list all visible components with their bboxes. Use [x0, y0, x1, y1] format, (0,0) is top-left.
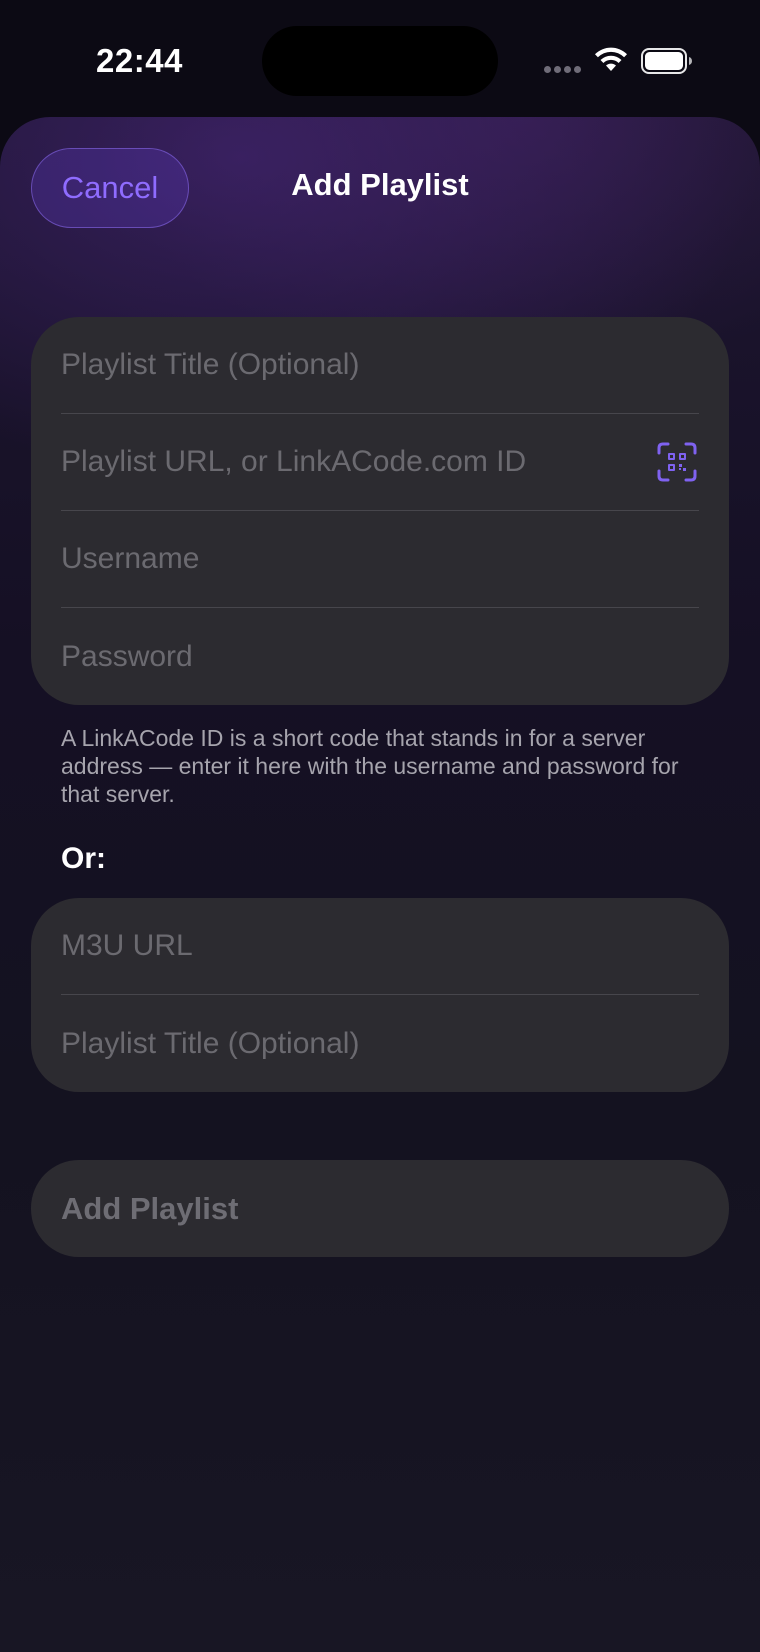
- m3u-url-row: [61, 898, 699, 995]
- screen: 22:44 Cancel Add Playlist Playlist Title…: [0, 0, 760, 1652]
- cellular-signal-icon: [544, 66, 582, 74]
- m3u-url-field[interactable]: [61, 929, 699, 963]
- status-time: 22:44: [96, 42, 183, 79]
- username-field[interactable]: [61, 542, 699, 576]
- username-row: [61, 511, 699, 608]
- battery-icon: [641, 48, 692, 74]
- password-row: [61, 608, 699, 705]
- xtream-form-card: [31, 317, 729, 705]
- qr-scan-icon[interactable]: [657, 442, 697, 482]
- m3u-title-row: [61, 995, 699, 1092]
- playlist-title-row: [61, 317, 699, 414]
- linkacode-hint: A LinkACode ID is a short code that stan…: [61, 725, 679, 807]
- m3u-form-card: [31, 898, 729, 1092]
- playlist-url-row: [61, 414, 699, 511]
- m3u-title-field[interactable]: [61, 1026, 699, 1061]
- dynamic-island: [262, 26, 498, 96]
- password-field[interactable]: [61, 639, 699, 674]
- status-bar: 22:44: [0, 0, 760, 120]
- add-playlist-button[interactable]: Add Playlist: [31, 1160, 729, 1257]
- playlist-title-field[interactable]: [61, 348, 699, 382]
- wifi-icon: [595, 47, 627, 71]
- playlist-url-field[interactable]: [61, 445, 651, 479]
- or-label: Or:: [61, 842, 106, 875]
- page-title: Add Playlist: [291, 167, 469, 202]
